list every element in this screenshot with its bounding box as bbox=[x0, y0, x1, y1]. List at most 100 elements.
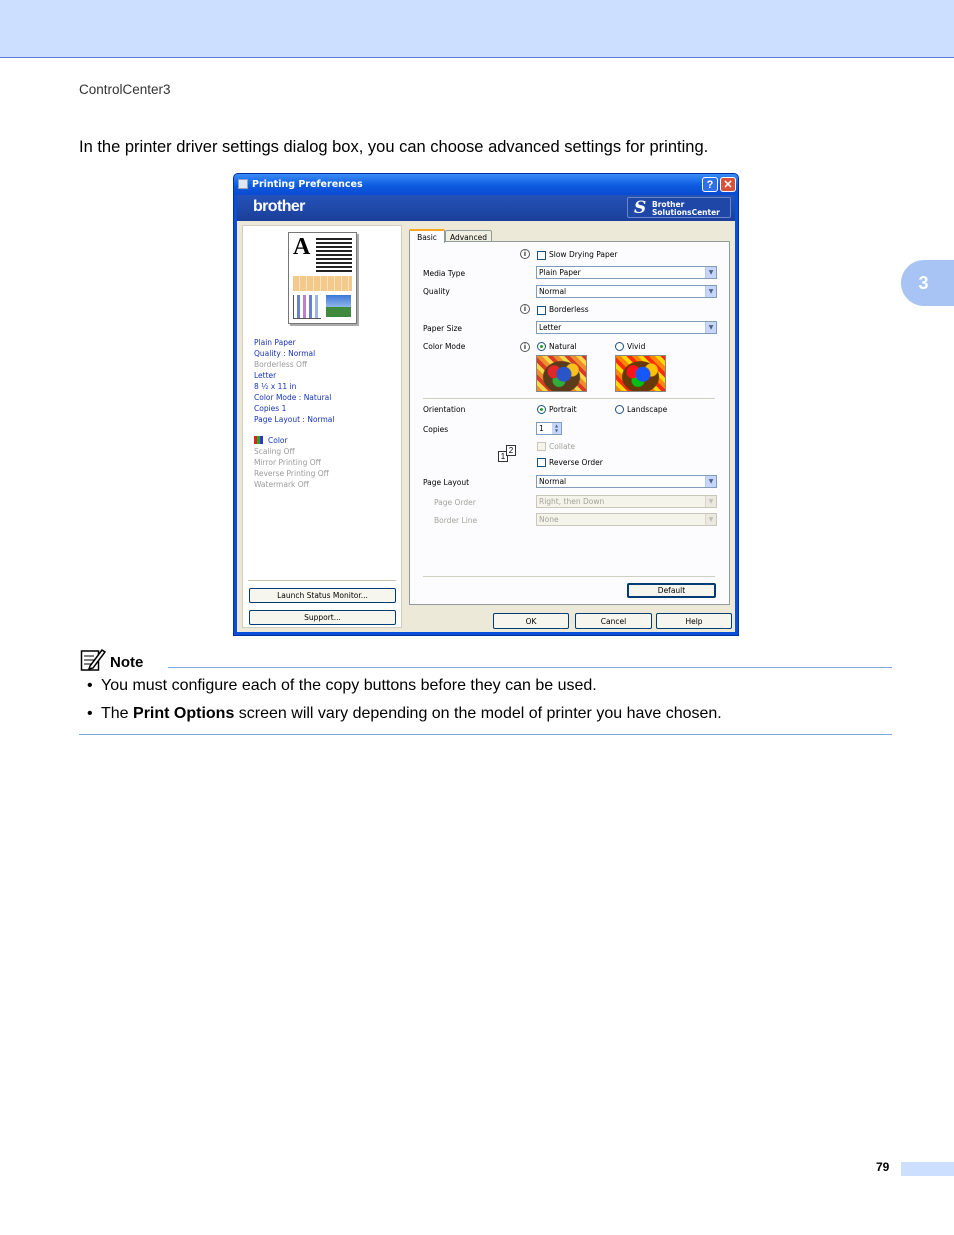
page-order-select[interactable]: Right, then Down ▼ bbox=[536, 495, 717, 508]
vivid-label: Vivid bbox=[627, 342, 646, 351]
solutions-center-button[interactable]: S Brother SolutionsCenter bbox=[627, 197, 731, 218]
note-title: Note bbox=[110, 654, 144, 671]
chevron-down-icon: ▼ bbox=[705, 322, 716, 333]
close-icon[interactable]: ✕ bbox=[720, 177, 736, 192]
note-item-text-post: screen will vary depending on the model … bbox=[234, 705, 722, 722]
borderless-label: Borderless bbox=[549, 305, 589, 314]
divider bbox=[423, 398, 715, 399]
note-item: • The Print Options screen will vary depe… bbox=[87, 705, 722, 723]
summary-item: Copies 1 bbox=[254, 404, 287, 413]
info-icon[interactable]: i bbox=[520, 249, 530, 259]
preview-letter: A bbox=[293, 234, 311, 260]
summary-item: Scaling Off bbox=[254, 447, 295, 456]
info-icon[interactable]: i bbox=[520, 304, 530, 314]
quality-value: Normal bbox=[539, 287, 567, 296]
header-band bbox=[0, 0, 954, 58]
preview-text-lines bbox=[316, 238, 352, 272]
chevron-down-icon: ▼ bbox=[705, 514, 716, 525]
portrait-radio[interactable] bbox=[537, 405, 546, 414]
support-button[interactable]: Support... bbox=[249, 610, 396, 625]
note-rule bbox=[168, 667, 892, 668]
reverse-order-checkbox[interactable] bbox=[537, 458, 546, 467]
summary-item: Color bbox=[254, 435, 334, 446]
natural-sample-image bbox=[536, 355, 587, 392]
quality-select[interactable]: Normal ▼ bbox=[536, 285, 717, 298]
ok-button[interactable]: OK bbox=[493, 613, 569, 629]
preview-table bbox=[293, 276, 352, 291]
page-layout-select[interactable]: Normal ▼ bbox=[536, 475, 717, 488]
chevron-down-icon: ▼ bbox=[705, 286, 716, 297]
basic-tab-panel: i Slow Drying Paper Media Type Plain Pap… bbox=[409, 241, 730, 605]
help-button[interactable]: Help bbox=[656, 613, 732, 629]
collate-page-2: 2 bbox=[506, 445, 516, 456]
reverse-order-label: Reverse Order bbox=[549, 458, 603, 467]
summary-item-label: Color bbox=[268, 436, 288, 445]
brother-logo: brother bbox=[253, 198, 305, 215]
borderless-checkbox[interactable] bbox=[537, 306, 546, 315]
portrait-label: Portrait bbox=[549, 405, 577, 414]
page-layout-label: Page Layout bbox=[423, 478, 470, 487]
summary-item: Letter bbox=[254, 371, 277, 380]
tab-basic[interactable]: Basic bbox=[409, 229, 445, 243]
collate-icon: 1 2 bbox=[498, 445, 519, 463]
copies-spinner[interactable]: 1 ▲ ▼ bbox=[536, 422, 562, 435]
chevron-down-icon: ▼ bbox=[705, 496, 716, 507]
solutions-center-icon: S bbox=[634, 198, 647, 218]
paper-size-label: Paper Size bbox=[423, 324, 463, 333]
footer-band bbox=[901, 1162, 954, 1176]
orientation-label: Orientation bbox=[423, 405, 466, 414]
chevron-down-icon: ▼ bbox=[705, 476, 716, 487]
note-item: • You must configure each of the copy but… bbox=[87, 677, 597, 695]
vivid-sample-image bbox=[615, 355, 666, 392]
summary-item: Borderless Off bbox=[254, 360, 308, 369]
copies-value: 1 bbox=[539, 424, 544, 433]
collate-checkbox[interactable] bbox=[537, 442, 546, 451]
divider bbox=[248, 580, 396, 581]
printer-icon bbox=[238, 179, 248, 189]
note-item-text-pre: The bbox=[101, 705, 134, 722]
media-type-select[interactable]: Plain Paper ▼ bbox=[536, 266, 717, 279]
settings-summary: Plain Paper Quality : Normal Borderless … bbox=[254, 337, 334, 490]
intro-paragraph: In the printer driver settings dialog bo… bbox=[79, 138, 709, 156]
chevron-down-icon: ▼ bbox=[705, 267, 716, 278]
summary-item: Reverse Printing Off bbox=[254, 469, 329, 478]
slow-drying-paper-label: Slow Drying Paper bbox=[549, 250, 618, 259]
natural-radio[interactable] bbox=[537, 342, 546, 351]
summary-item: Plain Paper bbox=[254, 338, 296, 347]
natural-label: Natural bbox=[549, 342, 577, 351]
bullet-marker: • bbox=[87, 677, 93, 694]
color-mode-label: Color Mode bbox=[423, 342, 466, 351]
paper-size-select[interactable]: Letter ▼ bbox=[536, 321, 717, 334]
page-order-value: Right, then Down bbox=[539, 497, 605, 506]
dialog-title: Printing Preferences bbox=[252, 179, 363, 190]
spinner-arrows-icon[interactable]: ▲ ▼ bbox=[552, 423, 561, 434]
summary-item: Quality : Normal bbox=[254, 349, 316, 358]
printing-preferences-dialog: Printing Preferences ? ✕ brother S Broth… bbox=[233, 173, 739, 636]
default-button[interactable]: Default bbox=[627, 583, 716, 598]
dialog-titlebar: Printing Preferences ? ✕ bbox=[234, 174, 738, 195]
bullet-marker: • bbox=[87, 705, 93, 722]
help-icon[interactable]: ? bbox=[702, 177, 718, 192]
page-number: 79 bbox=[876, 1160, 890, 1174]
border-line-select[interactable]: None ▼ bbox=[536, 513, 717, 526]
media-type-label: Media Type bbox=[423, 269, 466, 278]
launch-status-monitor-button[interactable]: Launch Status Monitor... bbox=[249, 588, 396, 603]
info-icon[interactable]: i bbox=[520, 342, 530, 352]
dialog-body: A Plain Paper Quality : Normal Borderles… bbox=[237, 221, 735, 632]
note-icon bbox=[80, 648, 106, 671]
cancel-button[interactable]: Cancel bbox=[575, 613, 652, 629]
slow-drying-paper-checkbox[interactable] bbox=[537, 251, 546, 260]
solutions-center-line2: SolutionsCenter bbox=[652, 208, 720, 217]
preview-photo bbox=[326, 295, 351, 317]
note-bottom-rule bbox=[79, 734, 892, 735]
summary-item: Mirror Printing Off bbox=[254, 458, 321, 467]
preview-chart bbox=[293, 295, 321, 319]
chapter-tab: 3 bbox=[901, 260, 954, 306]
landscape-radio[interactable] bbox=[615, 405, 624, 414]
summary-item: Watermark Off bbox=[254, 480, 309, 489]
vivid-radio[interactable] bbox=[615, 342, 624, 351]
landscape-label: Landscape bbox=[627, 405, 668, 414]
brand-banner: brother S Brother SolutionsCenter bbox=[237, 195, 735, 221]
divider bbox=[423, 576, 715, 577]
page-order-label: Page Order bbox=[434, 498, 476, 507]
